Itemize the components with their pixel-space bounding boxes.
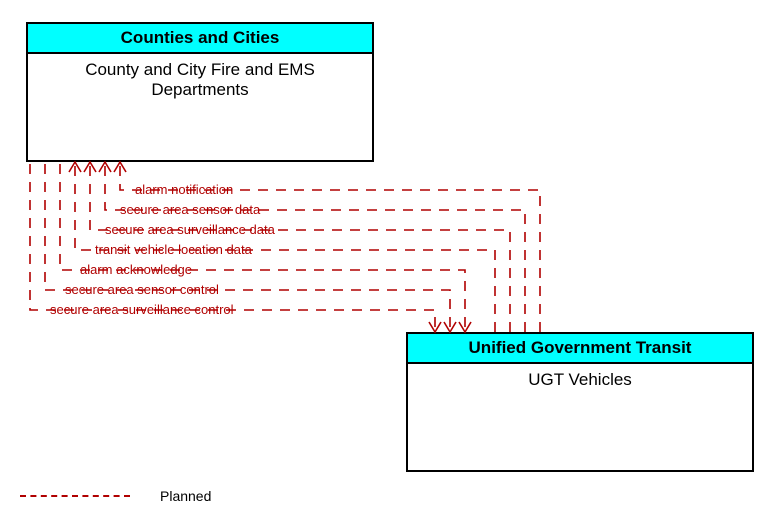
flow-label-secure-area-surveillance-control: secure area surveillance control [50, 302, 234, 317]
entity-top: Counties and Cities County and City Fire… [26, 22, 374, 162]
legend-label-planned: Planned [160, 488, 211, 504]
flow-label-alarm-notification: alarm notification [135, 182, 233, 197]
legend-line-planned [20, 495, 130, 497]
entity-top-body: County and City Fire and EMS Departments [28, 54, 372, 106]
flow-label-secure-area-sensor-control: secure area sensor control [65, 282, 219, 297]
entity-bottom-header: Unified Government Transit [408, 334, 752, 364]
flow-label-transit-vehicle-location-data: transit vehicle location data [95, 242, 252, 257]
entity-bottom-body: UGT Vehicles [408, 364, 752, 396]
flow-label-secure-area-sensor-data: secure area sensor data [120, 202, 260, 217]
flow-label-alarm-acknowledge: alarm acknowledge [80, 262, 192, 277]
legend: Planned [20, 488, 211, 504]
entity-top-header: Counties and Cities [28, 24, 372, 54]
flow-label-secure-area-surveillance-data: secure area surveillance data [105, 222, 275, 237]
entity-bottom: Unified Government Transit UGT Vehicles [406, 332, 754, 472]
